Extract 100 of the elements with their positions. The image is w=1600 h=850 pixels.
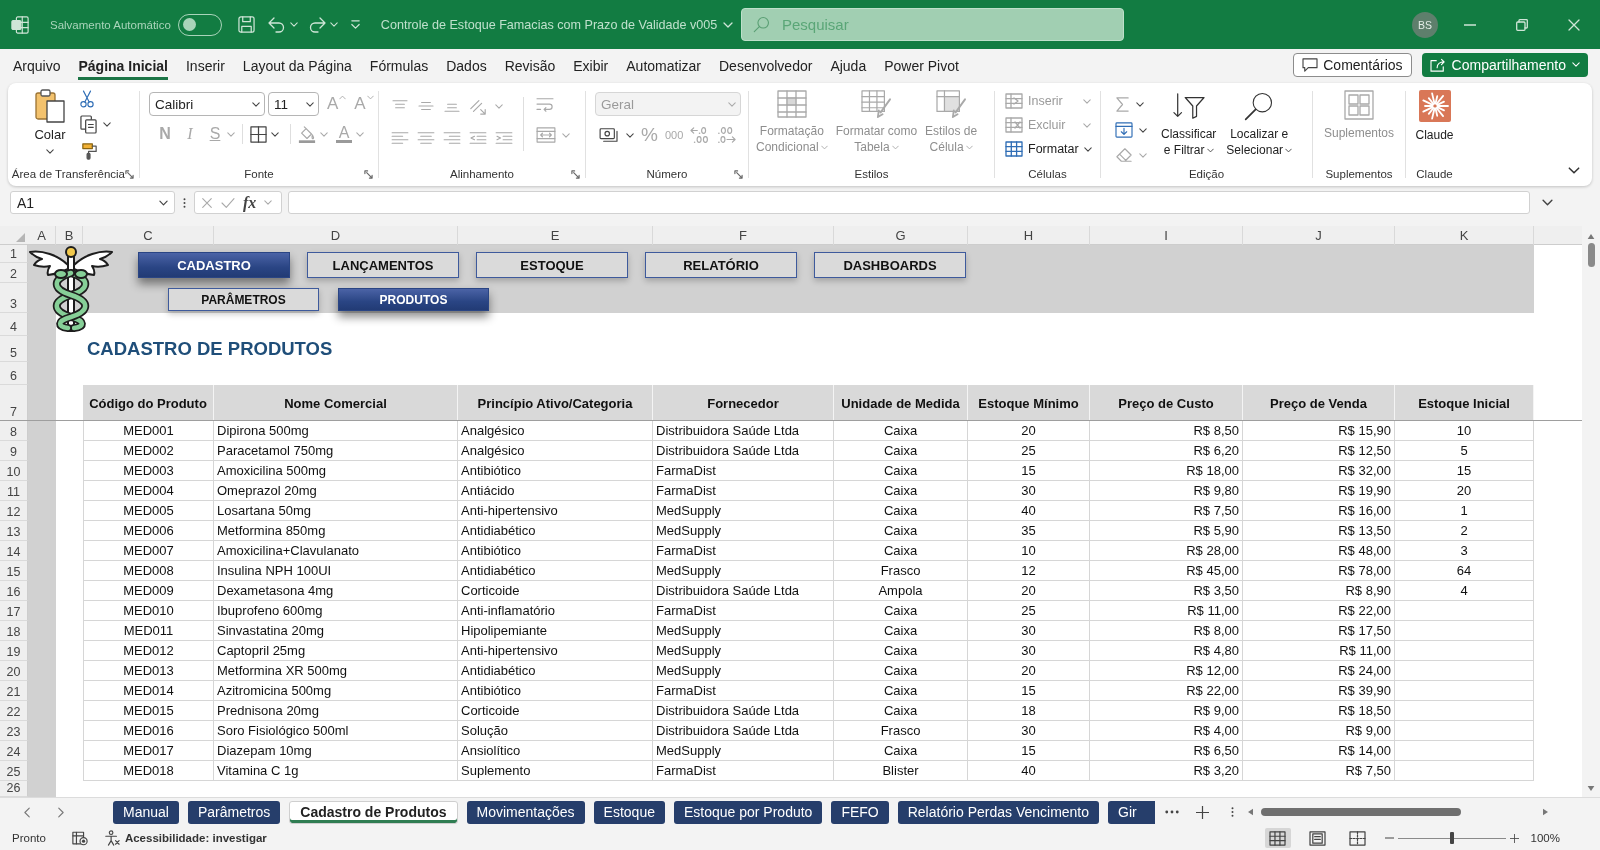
middle-align-icon[interactable] xyxy=(417,99,435,113)
menu-tab[interactable]: Fórmulas xyxy=(369,52,429,80)
merge-cells-icon[interactable] xyxy=(536,127,556,143)
name-box[interactable]: A1 xyxy=(10,191,175,214)
menu-tab[interactable]: Power Pivot xyxy=(884,52,959,80)
banknote-icon[interactable] xyxy=(599,127,619,143)
menu-tab[interactable]: Automatizar xyxy=(626,52,701,80)
scroll-down-icon[interactable] xyxy=(1587,786,1595,791)
row-number[interactable]: 26 xyxy=(0,781,28,797)
menu-tab[interactable]: Arquivo xyxy=(13,52,61,80)
horizontal-scrollbar[interactable] xyxy=(1248,805,1548,819)
menu-tab[interactable]: Página Inicial xyxy=(78,52,168,80)
more-options-icon[interactable] xyxy=(183,196,186,209)
row-number[interactable]: 2 xyxy=(0,263,28,283)
nav-button[interactable]: CADASTRO xyxy=(138,252,290,278)
chevron-down-icon[interactable] xyxy=(723,21,734,28)
ribbon-button[interactable]: Formatar xyxy=(1005,141,1091,157)
check-icon[interactable] xyxy=(221,196,235,209)
caret-icon[interactable] xyxy=(271,131,279,137)
row-number[interactable]: 13 xyxy=(0,521,28,541)
sheet-tab[interactable]: Relatório Perdas Vencimento xyxy=(897,800,1100,824)
orientation-icon[interactable] xyxy=(469,97,487,115)
zoom-in-icon[interactable] xyxy=(1509,833,1519,843)
nav-button[interactable]: RELATÓRIO xyxy=(645,252,797,278)
menu-tab[interactable]: Inserir xyxy=(185,52,225,80)
row-number[interactable]: 5 xyxy=(0,336,28,362)
caret-icon[interactable] xyxy=(103,122,111,127)
paste-button[interactable]: Colar xyxy=(28,87,72,164)
caret-icon[interactable] xyxy=(1136,102,1144,107)
sheet-tab[interactable]: Gir xyxy=(1108,800,1155,824)
row-number[interactable]: 24 xyxy=(0,741,28,761)
row-number[interactable]: 4 xyxy=(0,313,28,336)
copy-icon[interactable] xyxy=(80,115,97,134)
accessibility-status[interactable]: Acessibilidade: investigar xyxy=(124,832,267,844)
ribbon-button[interactable]: Localizar e Selecionar xyxy=(1224,91,1295,164)
row-number[interactable]: 9 xyxy=(0,441,28,461)
row-number[interactable]: 22 xyxy=(0,701,28,721)
menu-tab[interactable]: Desenvolvedor xyxy=(719,52,813,80)
borders-icon[interactable] xyxy=(250,125,267,143)
eraser-icon[interactable] xyxy=(1115,147,1133,163)
accessibility-icon[interactable] xyxy=(103,830,120,846)
redo-icon[interactable] xyxy=(307,16,326,33)
row-number[interactable]: 18 xyxy=(0,621,28,641)
scroll-left-icon[interactable] xyxy=(1248,808,1253,816)
scissors-icon[interactable] xyxy=(80,90,94,108)
more-sheets-icon[interactable] xyxy=(1165,810,1179,814)
ribbon-button[interactable]: Claude xyxy=(1415,90,1454,164)
fill-bucket-icon[interactable] xyxy=(298,125,316,143)
chevron-left-icon[interactable] xyxy=(24,806,31,818)
undo-icon[interactable] xyxy=(267,16,286,33)
cancel-icon[interactable] xyxy=(201,196,213,209)
zoom-slider-thumb[interactable] xyxy=(1449,832,1454,844)
close-icon[interactable] xyxy=(1568,18,1580,31)
share-button[interactable]: Compartilhamento xyxy=(1421,52,1588,77)
scrollbar-thumb[interactable] xyxy=(1261,808,1461,816)
menu-tab[interactable]: Revisão xyxy=(504,52,556,80)
nav-button[interactable]: LANÇAMENTOS xyxy=(307,252,459,278)
scroll-up-icon[interactable] xyxy=(1587,234,1595,239)
customize-menu-icon[interactable] xyxy=(349,19,361,30)
row-number[interactable]: 15 xyxy=(0,561,28,581)
ribbon-button[interactable]: Classificar e Filtrar xyxy=(1159,91,1219,164)
dialog-launcher-icon[interactable] xyxy=(571,169,580,179)
right-arrow-zeros-icon[interactable] xyxy=(717,126,738,144)
row-number[interactable]: 1 xyxy=(0,245,28,263)
user-avatar[interactable]: BS xyxy=(1412,11,1438,38)
expand-formula-bar-icon[interactable] xyxy=(1542,199,1553,206)
row-number[interactable]: 19 xyxy=(0,641,28,661)
sheet-tab[interactable]: Movimentações xyxy=(466,800,585,824)
nav-button[interactable]: DASHBOARDS xyxy=(814,252,966,278)
paintbrush-icon[interactable] xyxy=(80,141,99,160)
macro-record-icon[interactable] xyxy=(71,830,88,846)
formula-input[interactable] xyxy=(288,191,1530,214)
dialog-launcher-icon[interactable] xyxy=(125,169,134,179)
sheet-tab[interactable]: FEFO xyxy=(831,800,889,824)
caret-icon[interactable] xyxy=(626,132,634,138)
add-sheet-icon[interactable] xyxy=(1196,805,1209,819)
zoom-level[interactable]: 100% xyxy=(1530,832,1560,844)
row-number[interactable]: 6 xyxy=(0,362,28,385)
search-field[interactable]: Pesquisar xyxy=(741,8,1124,41)
outdent-icon[interactable] xyxy=(469,131,487,145)
save-icon[interactable] xyxy=(237,16,255,33)
row-number[interactable]: 11 xyxy=(0,481,28,501)
row-number[interactable]: 20 xyxy=(0,661,28,681)
row-number[interactable]: 10 xyxy=(0,461,28,481)
collapse-ribbon-icon[interactable] xyxy=(1568,167,1580,174)
view-button[interactable] xyxy=(1264,828,1291,848)
dialog-launcher-icon[interactable] xyxy=(364,169,373,179)
caret-icon[interactable] xyxy=(1139,127,1147,133)
sheet-tab[interactable]: Parâmetros xyxy=(187,800,281,824)
insert-function-button[interactable]: fx xyxy=(243,193,257,212)
comments-button[interactable]: Comentários xyxy=(1293,52,1412,77)
sheet-tab[interactable]: Cadastro de Produtos xyxy=(289,800,458,824)
minimize-icon[interactable] xyxy=(1464,23,1476,26)
left-arrow-zeros-icon[interactable] xyxy=(690,126,711,144)
sheet-tab[interactable]: Estoque por Produto xyxy=(673,800,823,824)
menu-tab[interactable]: Layout da Página xyxy=(242,52,352,80)
nav-button[interactable]: ESTOQUE xyxy=(476,252,628,278)
nav-button[interactable]: PRODUTOS xyxy=(338,288,489,311)
row-number[interactable]: 25 xyxy=(0,761,28,781)
menu-tab[interactable]: Ajuda xyxy=(830,52,867,80)
